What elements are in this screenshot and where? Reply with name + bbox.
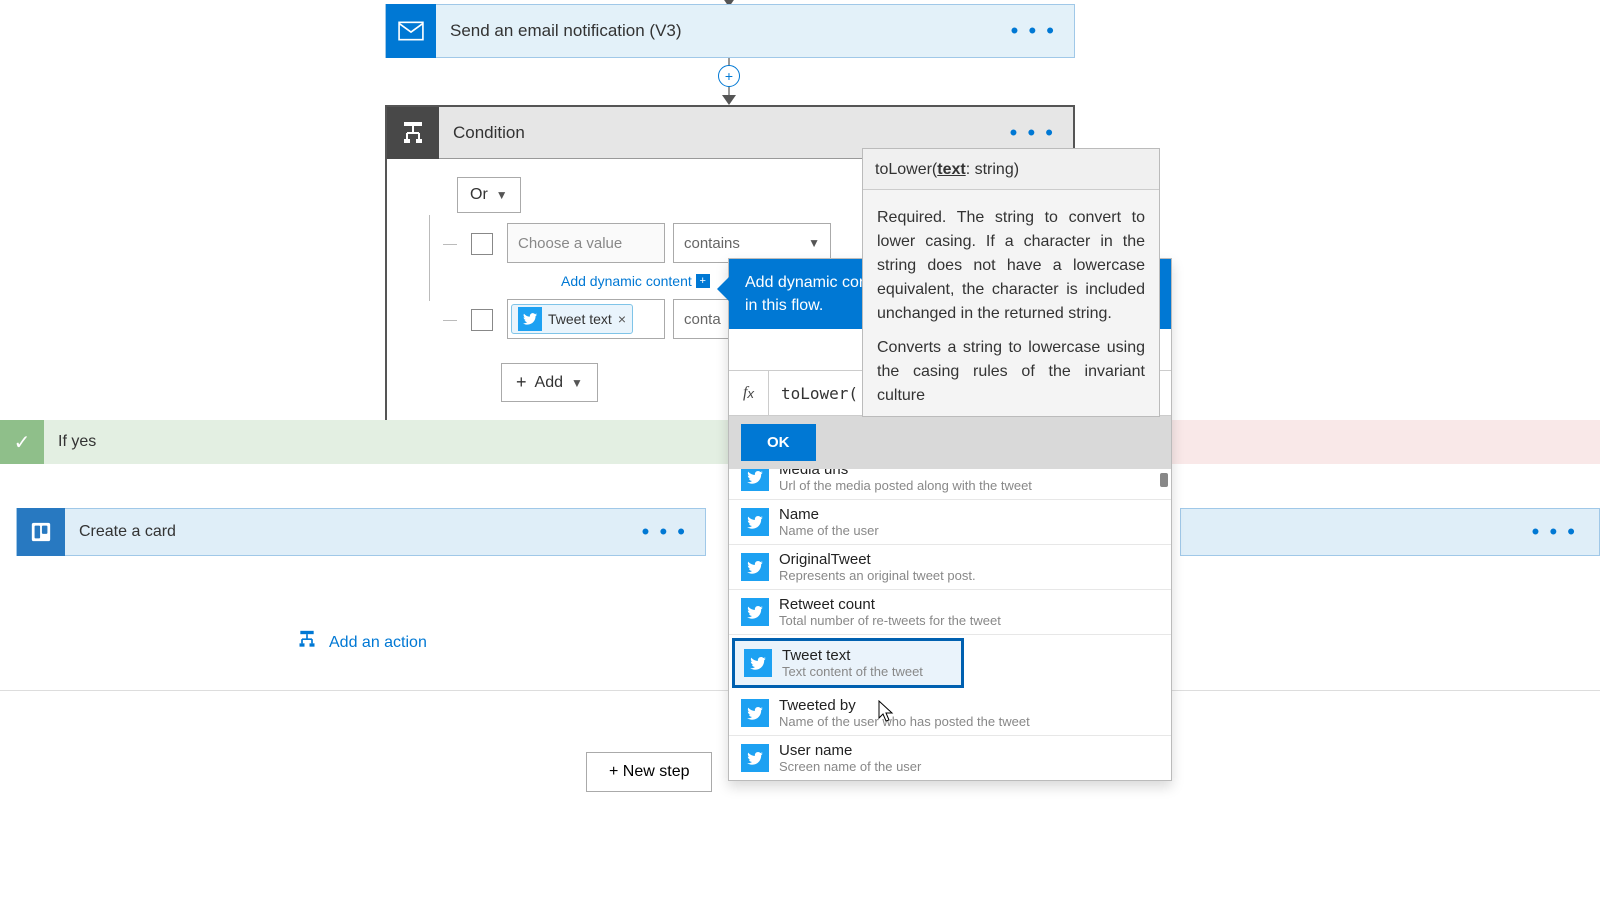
list-item[interactable]: NameName of the user bbox=[729, 500, 1171, 545]
twitter-icon bbox=[741, 744, 769, 772]
condition-row-checkbox[interactable] bbox=[471, 233, 493, 255]
twitter-icon bbox=[741, 508, 769, 536]
add-step-icon[interactable]: + bbox=[718, 65, 740, 87]
email-step-title: Send an email notification (V3) bbox=[436, 21, 682, 41]
twitter-icon bbox=[741, 469, 769, 491]
add-an-action-link[interactable]: Add an action bbox=[295, 630, 427, 655]
condition-icon bbox=[387, 107, 439, 159]
email-step-menu-icon[interactable]: • • • bbox=[1011, 18, 1056, 44]
tooltip-description-text: Converts a string to lowercase using the… bbox=[863, 332, 1159, 416]
twitter-icon bbox=[741, 553, 769, 581]
if-yes-label: If yes bbox=[58, 433, 96, 451]
popover-pointer bbox=[717, 277, 729, 301]
or-label: Or bbox=[470, 186, 488, 204]
chevron-down-icon: ▼ bbox=[808, 236, 820, 250]
twitter-icon bbox=[518, 307, 542, 331]
cursor-icon bbox=[875, 700, 895, 726]
if-yes-branch[interactable]: ✓ If yes bbox=[0, 420, 730, 464]
tweet-text-token[interactable]: Tweet text × bbox=[511, 304, 633, 334]
tooltip-signature: toLower(text: string) bbox=[863, 149, 1159, 190]
card-menu-icon[interactable]: • • • bbox=[1532, 519, 1577, 545]
chevron-down-icon: ▼ bbox=[571, 376, 583, 390]
fx-icon: fx bbox=[729, 371, 769, 415]
tooltip-required-text: Required. The string to convert to lower… bbox=[863, 190, 1159, 332]
value-input[interactable]: Tweet text × bbox=[507, 299, 665, 339]
if-no-branch[interactable] bbox=[1170, 420, 1600, 464]
plus-icon: + bbox=[696, 274, 710, 288]
condition-row-checkbox[interactable] bbox=[471, 309, 493, 331]
if-no-action-card[interactable]: • • • bbox=[1180, 508, 1600, 556]
twitter-icon bbox=[744, 649, 772, 677]
email-step-card[interactable]: Send an email notification (V3) • • • bbox=[385, 4, 1075, 58]
list-item[interactable]: OriginalTweetRepresents an original twee… bbox=[729, 545, 1171, 590]
list-item[interactable]: Media urlsUrl of the media posted along … bbox=[729, 469, 1171, 500]
list-item[interactable]: User nameScreen name of the user bbox=[729, 736, 1171, 780]
condition-title: Condition bbox=[439, 123, 525, 143]
condition-menu-icon[interactable]: • • • bbox=[1010, 120, 1055, 146]
trello-icon bbox=[17, 508, 65, 556]
value-input[interactable]: Choose a value bbox=[507, 223, 665, 263]
twitter-icon bbox=[741, 699, 769, 727]
check-icon: ✓ bbox=[0, 420, 44, 464]
condition-mini-icon bbox=[295, 630, 319, 655]
twitter-icon bbox=[741, 598, 769, 626]
function-tooltip: toLower(text: string) Required. The stri… bbox=[862, 148, 1160, 417]
create-card-step[interactable]: Create a card • • • bbox=[16, 508, 706, 556]
list-item[interactable]: Retweet countTotal number of re-tweets f… bbox=[729, 590, 1171, 635]
plus-icon: + bbox=[516, 372, 527, 393]
add-condition-button[interactable]: + Add ▼ bbox=[501, 363, 598, 402]
list-item-tweet-text[interactable]: Tweet textText content of the tweet bbox=[732, 638, 964, 688]
chevron-down-icon: ▼ bbox=[496, 188, 508, 202]
new-step-button[interactable]: + New step bbox=[586, 752, 712, 792]
operator-select[interactable]: contains▼ bbox=[673, 223, 831, 263]
or-group-selector[interactable]: Or ▼ bbox=[457, 177, 521, 213]
list-item[interactable]: Tweeted byName of the user who has poste… bbox=[729, 691, 1171, 736]
create-card-title: Create a card bbox=[65, 523, 176, 541]
scrollbar-thumb[interactable] bbox=[1160, 473, 1168, 487]
ok-button[interactable]: OK bbox=[741, 424, 816, 461]
dynamic-content-list[interactable]: Media urlsUrl of the media posted along … bbox=[729, 469, 1171, 780]
remove-token-icon[interactable]: × bbox=[618, 311, 626, 327]
mail-icon bbox=[386, 4, 436, 58]
create-card-menu-icon[interactable]: • • • bbox=[642, 519, 687, 545]
